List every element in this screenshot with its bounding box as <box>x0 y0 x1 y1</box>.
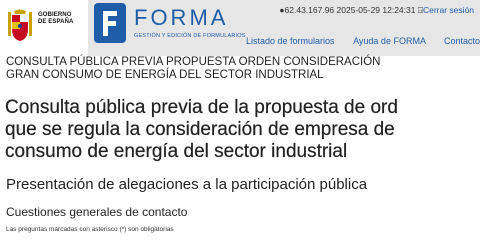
gov-logo-line2: DE ESPAÑA <box>38 19 74 25</box>
gobierno-de-espana-logo[interactable]: GOBIERNO DE ESPAÑA <box>0 0 88 56</box>
session-datetime: 2025-05-29 12:24:31 <box>336 5 416 15</box>
form-code-title: CONSULTA PÚBLICA PREVIA PROPUESTA ORDEN … <box>6 56 480 82</box>
gov-logo-line1: GOBIERNO <box>38 12 72 18</box>
form-code-line1: CONSULTA PÚBLICA PREVIA PROPUESTA ORDEN … <box>6 56 381 68</box>
coat-of-arms-icon <box>8 9 32 41</box>
page-title-line1: Consulta pública previa de la propuesta … <box>5 97 398 118</box>
page-title-line3: consumo de energía del sector industrial <box>5 141 348 162</box>
form-code-line2: GRAN CONSUMO DE ENERGÍA DEL SECTOR INDUS… <box>6 69 324 81</box>
brand-tagline: GESTIÓN Y EDICIÓN DE FORMULARIOS <box>134 33 246 39</box>
gov-logo-text: GOBIERNO DE ESPAÑA <box>38 12 86 26</box>
page-title-line2: que se regula la consideración de empres… <box>5 119 395 140</box>
logout-link[interactable]: Cerrar sesión <box>423 5 474 15</box>
brand-name: FORMA <box>134 5 229 30</box>
nav-item-contacto[interactable]: Contacto <box>444 36 480 46</box>
page-title: Consulta pública previa de la propuesta … <box>5 97 480 163</box>
subsection-heading: Cuestiones generales de contacto <box>6 205 188 219</box>
mandatory-fields-note: Las preguntas marcadas con asterisco (*)… <box>6 226 174 233</box>
forma-f-icon <box>94 3 126 43</box>
site-header: GOBIERNO DE ESPAÑA FORMA GESTIÓN Y EDICI… <box>0 0 480 56</box>
session-info: ●62.43.167.96 2025-05-29 12:24:31 ⍈Cerra… <box>279 5 474 16</box>
forma-brand-logo[interactable]: FORMA GESTIÓN Y EDICIÓN DE FORMULARIOS <box>94 3 254 49</box>
session-ip: 62.43.167.96 <box>284 5 335 15</box>
nav-item-ayuda[interactable]: Ayuda de FORMA <box>353 36 425 46</box>
section-heading: Presentación de alegaciones a la partici… <box>6 176 368 193</box>
main-nav: Listado de formularios Ayuda de FORMA Co… <box>246 36 480 46</box>
nav-item-listado[interactable]: Listado de formularios <box>246 36 335 46</box>
